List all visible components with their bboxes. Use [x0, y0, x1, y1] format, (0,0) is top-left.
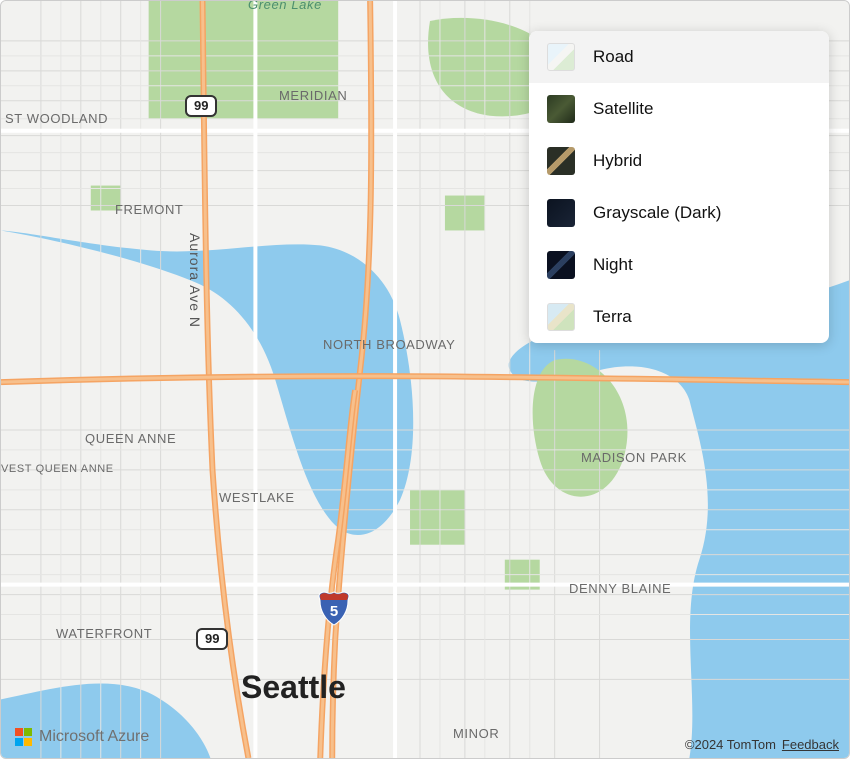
satellite-swatch-icon	[547, 95, 575, 123]
microsoft-logo-icon	[15, 728, 33, 746]
style-item-hybrid[interactable]: Hybrid	[529, 135, 829, 187]
grayscale-swatch-icon	[547, 199, 575, 227]
brand-label: Microsoft Azure	[39, 728, 149, 746]
shield-sr99-bottom: 99	[196, 628, 228, 650]
brand-attribution: Microsoft Azure	[15, 728, 149, 746]
style-label: Satellite	[593, 99, 653, 119]
shield-sr99-top: 99	[185, 95, 217, 117]
svg-text:5: 5	[330, 603, 338, 620]
style-label: Night	[593, 255, 633, 275]
style-picker: Road Satellite Hybrid Grayscale (Dark) N…	[529, 31, 829, 343]
copyright-text: ©2024 TomTom	[685, 737, 776, 752]
style-label: Road	[593, 47, 634, 67]
style-item-road[interactable]: Road	[529, 31, 829, 83]
style-label: Terra	[593, 307, 632, 327]
terra-swatch-icon	[547, 303, 575, 331]
style-item-night[interactable]: Night	[529, 239, 829, 291]
night-swatch-icon	[547, 251, 575, 279]
copyright-attribution: ©2024 TomTom Feedback	[685, 737, 839, 752]
style-item-terra[interactable]: Terra	[529, 291, 829, 343]
feedback-link[interactable]: Feedback	[782, 737, 839, 752]
style-item-grayscale[interactable]: Grayscale (Dark)	[529, 187, 829, 239]
map-container[interactable]: Green Lake MERIDIAN ST WOODLAND FREMONT …	[0, 0, 850, 759]
style-item-satellite[interactable]: Satellite	[529, 83, 829, 135]
shield-i5: 5	[317, 590, 351, 626]
hybrid-swatch-icon	[547, 147, 575, 175]
road-swatch-icon	[547, 43, 575, 71]
style-label: Hybrid	[593, 151, 642, 171]
style-label: Grayscale (Dark)	[593, 203, 721, 223]
